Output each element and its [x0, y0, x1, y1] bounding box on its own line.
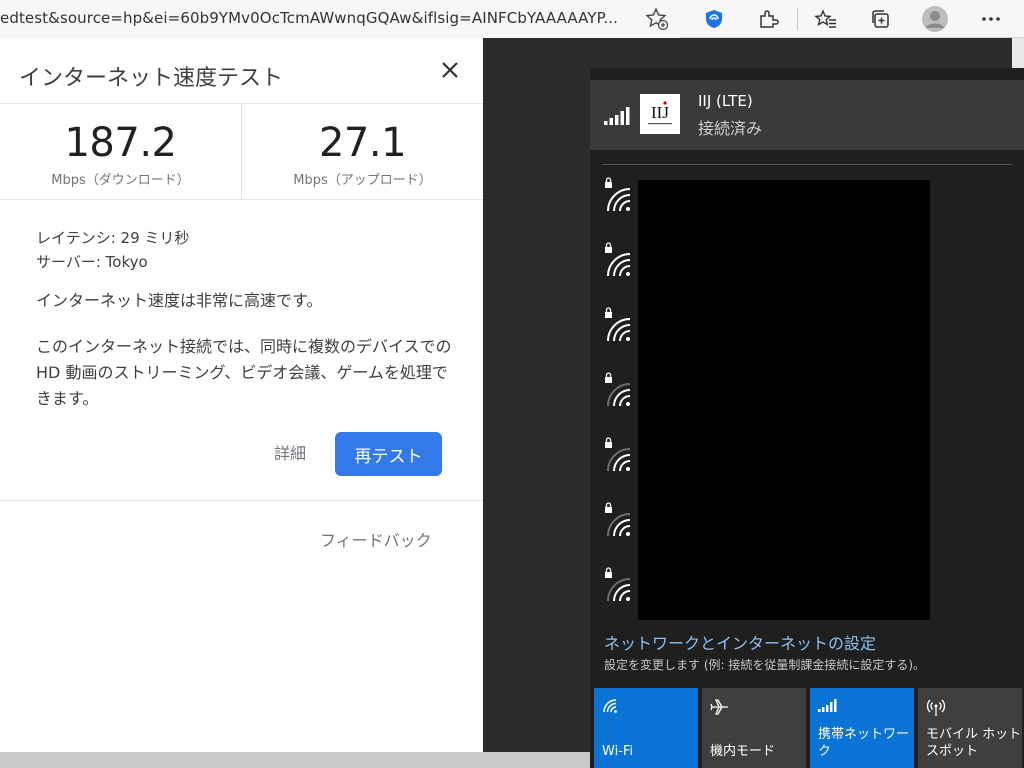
speed-results: 187.2 Mbps（ダウンロード） 27.1 Mbps（アップロード）	[0, 104, 483, 200]
feedback-link[interactable]: フィードバック	[320, 527, 432, 551]
signal-bars-icon	[604, 107, 630, 125]
redacted-network-names	[638, 180, 930, 620]
speed-description: このインターネット接続では、同時に複数のデバイスでの HD 動画のストリーミング…	[36, 337, 452, 408]
page-title: インターネット速度テスト	[19, 66, 284, 91]
address-bar[interactable]: edtest&source=hp&ei=60b9YMv0OcTcmAWwnqGQ…	[0, 0, 680, 38]
favorites-icon[interactable]	[811, 4, 841, 34]
profile-icon[interactable]	[920, 4, 950, 34]
quick-action-label: 携帯ネットワーク	[818, 727, 910, 759]
secured-wifi-icon	[605, 177, 631, 212]
card-header: インターネット速度テスト	[0, 38, 483, 104]
secured-wifi-icon	[605, 372, 631, 407]
more-icon[interactable]	[976, 4, 1006, 34]
url-text: edtest&source=hp&ei=60b9YMv0OcTcmAWwnqGQ…	[0, 9, 619, 27]
quick-action-cellular[interactable]: 携帯ネットワーク	[810, 688, 914, 768]
quick-action-label: モバイル ホットスポット	[926, 727, 1022, 759]
speed-summary: インターネット速度は非常に高速です。	[36, 291, 323, 310]
shield-extension-icon[interactable]	[699, 4, 729, 34]
extensions-icon[interactable]	[753, 4, 783, 34]
airplane-icon	[710, 699, 728, 715]
close-icon	[442, 62, 458, 78]
latency-text: レイテンシ: 29 ミリ秒	[36, 229, 190, 247]
download-label: Mbps（ダウンロード）	[51, 173, 190, 188]
speedtest-card: インターネット速度テスト 187.2 Mbps（ダウンロード） 27.1 Mbp…	[0, 38, 483, 752]
collections-icon[interactable]	[865, 4, 895, 34]
quick-action-hotspot[interactable]: モバイル ホットスポット	[918, 688, 1022, 768]
server-text: サーバー: Tokyo	[36, 253, 148, 271]
connected-network-name: IIJ (LTE)	[698, 92, 753, 110]
browser-toolbar: edtest&source=hp&ei=60b9YMv0OcTcmAWwnqGQ…	[0, 0, 1024, 38]
card-divider	[0, 500, 483, 501]
cellular-icon	[818, 699, 837, 712]
secured-wifi-icon	[605, 437, 631, 472]
network-settings-link[interactable]: ネットワークとインターネットの設定	[604, 630, 876, 654]
horizontal-scrollbar[interactable]	[0, 752, 590, 768]
carrier-logo: IIJ	[640, 94, 680, 134]
secured-wifi-icon	[605, 242, 631, 277]
close-button[interactable]	[436, 56, 464, 84]
download-result: 187.2 Mbps（ダウンロード）	[0, 104, 241, 200]
test-details: レイテンシ: 29 ミリ秒 サーバー: Tokyo	[36, 226, 456, 274]
connected-network[interactable]: IIJ IIJ (LTE) 接続済み	[590, 80, 1024, 150]
network-settings-description: 設定を変更します (例: 接続を従量制課金接続に設定する)。	[604, 658, 926, 672]
quick-action-label: Wi-Fi	[602, 744, 634, 759]
download-value: 187.2	[64, 120, 177, 166]
upload-value: 27.1	[318, 120, 407, 166]
quick-action-wifi[interactable]: Wi-Fi	[594, 688, 698, 768]
secured-wifi-icon	[605, 567, 631, 602]
retest-button[interactable]: 再テスト	[335, 432, 442, 476]
wifi-network-item[interactable]	[602, 306, 636, 344]
wifi-network-item[interactable]	[602, 566, 636, 604]
wifi-network-item[interactable]	[602, 241, 636, 279]
wifi-network-item[interactable]	[602, 371, 636, 409]
secured-wifi-icon	[605, 502, 631, 537]
upload-label: Mbps（アップロード）	[293, 173, 432, 188]
flyout-divider	[602, 164, 1012, 165]
network-flyout: IIJ IIJ (LTE) 接続済み ネットワークとインターネットの設定 設定を…	[590, 68, 1024, 768]
carrier-logo-text: IIJ	[651, 103, 669, 122]
add-favorite-icon[interactable]	[644, 6, 670, 32]
wifi-network-item[interactable]	[602, 176, 636, 214]
upload-result: 27.1 Mbps（アップロード）	[242, 104, 483, 200]
wifi-icon	[603, 699, 617, 713]
wifi-network-item[interactable]	[602, 436, 636, 474]
quick-action-label: 機内モード	[710, 744, 776, 759]
hotspot-icon	[926, 699, 946, 716]
wifi-network-item[interactable]	[602, 501, 636, 539]
quick-action-airplane[interactable]: 機内モード	[702, 688, 806, 768]
details-button[interactable]: 詳細	[262, 436, 318, 468]
secured-wifi-icon	[605, 307, 631, 342]
toolbar-divider	[797, 8, 798, 30]
connection-status: 接続済み	[698, 119, 763, 138]
